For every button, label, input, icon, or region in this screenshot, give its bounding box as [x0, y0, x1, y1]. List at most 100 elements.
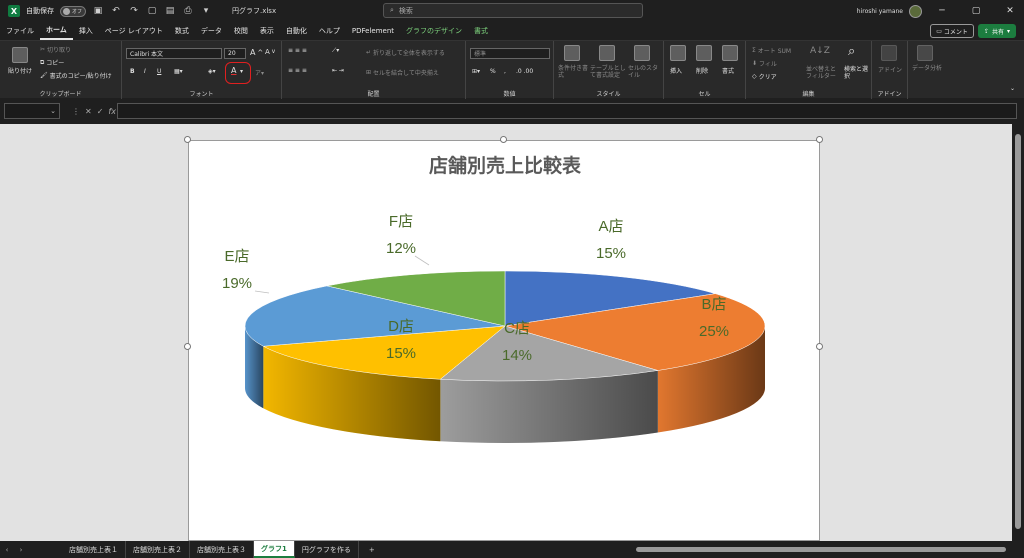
data-label-name-a[interactable]: A店	[598, 218, 623, 235]
tab-home[interactable]: ホーム	[40, 22, 73, 40]
copy-button[interactable]: ⧉ コピー	[40, 58, 64, 68]
orientation-icon[interactable]: ⟋▾	[332, 47, 339, 55]
currency-icon[interactable]: ⊞▾	[472, 68, 480, 75]
sheet-tab-2[interactable]: 店舗別売上表２	[126, 541, 190, 558]
horizontal-scroll-thumb[interactable]	[636, 547, 1006, 552]
border-icon[interactable]: ▦▾	[174, 68, 183, 75]
data-label-name-c[interactable]: C店	[504, 320, 530, 337]
font-name-select[interactable]: Calibri 本文	[126, 48, 222, 59]
percent-icon[interactable]: %	[490, 68, 496, 75]
tab-chart-design[interactable]: グラフのデザイン	[400, 22, 468, 40]
redo-icon[interactable]: ↷	[128, 5, 140, 17]
save-icon[interactable]: ▣	[92, 5, 104, 17]
underline-button[interactable]: U	[157, 68, 161, 75]
tab-format[interactable]: 書式	[468, 22, 494, 40]
data-label-value-b[interactable]: 25%	[699, 323, 729, 340]
increase-font-icon[interactable]: A ^	[250, 48, 263, 57]
number-format-select[interactable]: 標準	[470, 48, 550, 59]
fx-button[interactable]: fx	[108, 107, 116, 116]
name-box[interactable]: ⌄	[4, 103, 60, 119]
autosave-toggle[interactable]: オフ	[60, 5, 86, 17]
paste-button[interactable]: 貼り付け	[8, 66, 32, 75]
tab-review[interactable]: 校閲	[228, 22, 254, 40]
user-name[interactable]: hiroshi yamane	[857, 8, 903, 15]
prev-sheet-icon[interactable]: ‹	[0, 546, 14, 554]
search-box[interactable]: ⌕ 検索	[383, 3, 643, 18]
tab-file[interactable]: ファイル	[0, 22, 40, 40]
tab-formulas[interactable]: 数式	[169, 22, 195, 40]
fill-button[interactable]: ⬇ フィル	[752, 59, 777, 68]
insert-cells-icon[interactable]	[670, 45, 686, 61]
add-sheet-button[interactable]: +	[359, 546, 385, 554]
data-analysis-button[interactable]: データ分析	[912, 65, 942, 72]
paste-icon[interactable]	[12, 47, 28, 63]
wrap-text-button[interactable]: ↵ 折り返して全体を表示する	[366, 48, 445, 57]
align-top-icon[interactable]: ≡ ≡ ≡	[288, 47, 307, 54]
share-button[interactable]: ⇪ 共有 ▾	[977, 24, 1016, 38]
insert-cells-button[interactable]: 挿入	[670, 66, 682, 75]
data-label-name-d[interactable]: D店	[388, 318, 414, 335]
data-label-name-f[interactable]: F店	[389, 213, 413, 230]
table-format-icon[interactable]	[599, 45, 615, 61]
resize-handle-r[interactable]	[816, 343, 823, 350]
resize-handle-t[interactable]	[500, 136, 507, 143]
sheet-tab-5[interactable]: 円グラフを作る	[295, 541, 359, 558]
enter-icon[interactable]: ✓	[97, 107, 104, 116]
data-label-value-e[interactable]: 19%	[222, 275, 252, 292]
fill-color-icon[interactable]: ◈▾	[208, 68, 216, 75]
indent-icon[interactable]: ⇤ ⇥	[332, 67, 344, 74]
cancel-icon[interactable]: ✕	[85, 107, 92, 116]
find-select-button[interactable]: 検索と選択	[844, 66, 870, 80]
minimize-icon[interactable]: ─	[928, 0, 956, 22]
open-file-icon[interactable]: ▤	[164, 5, 176, 17]
italic-button[interactable]: I	[144, 68, 146, 75]
cell-styles-button[interactable]: セルのスタイル	[628, 65, 660, 79]
data-label-value-f[interactable]: 12%	[386, 240, 416, 257]
format-painter-button[interactable]: 🖌 書式のコピー/貼り付け	[40, 71, 112, 80]
more-icon[interactable]: ⋮	[72, 107, 80, 116]
tab-page-layout[interactable]: ページ レイアウト	[99, 22, 169, 40]
next-sheet-icon[interactable]: ›	[14, 546, 28, 554]
chart-title[interactable]: 店舗別売上比較表	[429, 154, 582, 177]
data-label-value-c[interactable]: 14%	[502, 347, 532, 364]
autosum-button[interactable]: Σ オート SUM	[752, 46, 791, 55]
maximize-icon[interactable]: ▢	[962, 0, 990, 22]
table-format-button[interactable]: テーブルとして書式設定	[590, 65, 626, 79]
horizontal-scrollbar[interactable]	[628, 545, 1016, 554]
data-label-name-e[interactable]: E店	[224, 248, 249, 265]
merge-center-button[interactable]: ⊞ セルを結合して中央揃え	[366, 68, 439, 77]
formula-input[interactable]	[117, 103, 1017, 119]
addin-button[interactable]: アドイン	[878, 65, 902, 74]
chart-area[interactable]: 店舗別売上比較表 A店 15% B店 25% C店 14% D店 15% E店 19% F店 12%	[188, 140, 820, 541]
delete-cells-icon[interactable]	[696, 45, 712, 61]
tab-data[interactable]: データ	[195, 22, 228, 40]
bold-button[interactable]: B	[130, 68, 135, 75]
close-icon[interactable]: ✕	[996, 0, 1024, 22]
tab-automate[interactable]: 自動化	[280, 22, 313, 40]
comma-icon[interactable]: ,	[504, 68, 506, 75]
decrease-font-icon[interactable]: Av	[265, 48, 275, 56]
resize-handle-l[interactable]	[184, 343, 191, 350]
resize-handle-tl[interactable]	[184, 136, 191, 143]
sort-filter-icon[interactable]: A↓Z	[810, 46, 830, 56]
sheet-tab-3[interactable]: 店舗別売上表３	[190, 541, 254, 558]
font-size-select[interactable]: 20	[224, 48, 246, 59]
phonetic-icon[interactable]: ア▾	[255, 68, 264, 77]
vertical-scrollbar[interactable]	[1012, 124, 1024, 541]
undo-icon[interactable]: ↶	[110, 5, 122, 17]
cell-styles-icon[interactable]	[634, 45, 650, 61]
tab-pdfelement[interactable]: PDFelement	[346, 22, 400, 40]
sheet-tab-1[interactable]: 店舗別売上表１	[62, 541, 126, 558]
file-name[interactable]: 円グラフ.xlsx	[232, 6, 276, 16]
data-label-name-b[interactable]: B店	[701, 296, 726, 313]
data-analysis-icon[interactable]	[917, 45, 933, 61]
delete-cells-button[interactable]: 削除	[696, 66, 708, 75]
vertical-scroll-thumb[interactable]	[1015, 134, 1021, 529]
data-label-value-a[interactable]: 15%	[596, 245, 626, 262]
format-cells-button[interactable]: 書式	[722, 66, 734, 75]
data-label-value-d[interactable]: 15%	[386, 345, 416, 362]
collapse-ribbon-icon[interactable]: ⌄	[1010, 85, 1015, 92]
find-select-icon[interactable]: ⌕	[848, 44, 855, 59]
align-left-icon[interactable]: ≡ ≡ ≡	[288, 67, 307, 74]
avatar[interactable]	[909, 4, 922, 18]
